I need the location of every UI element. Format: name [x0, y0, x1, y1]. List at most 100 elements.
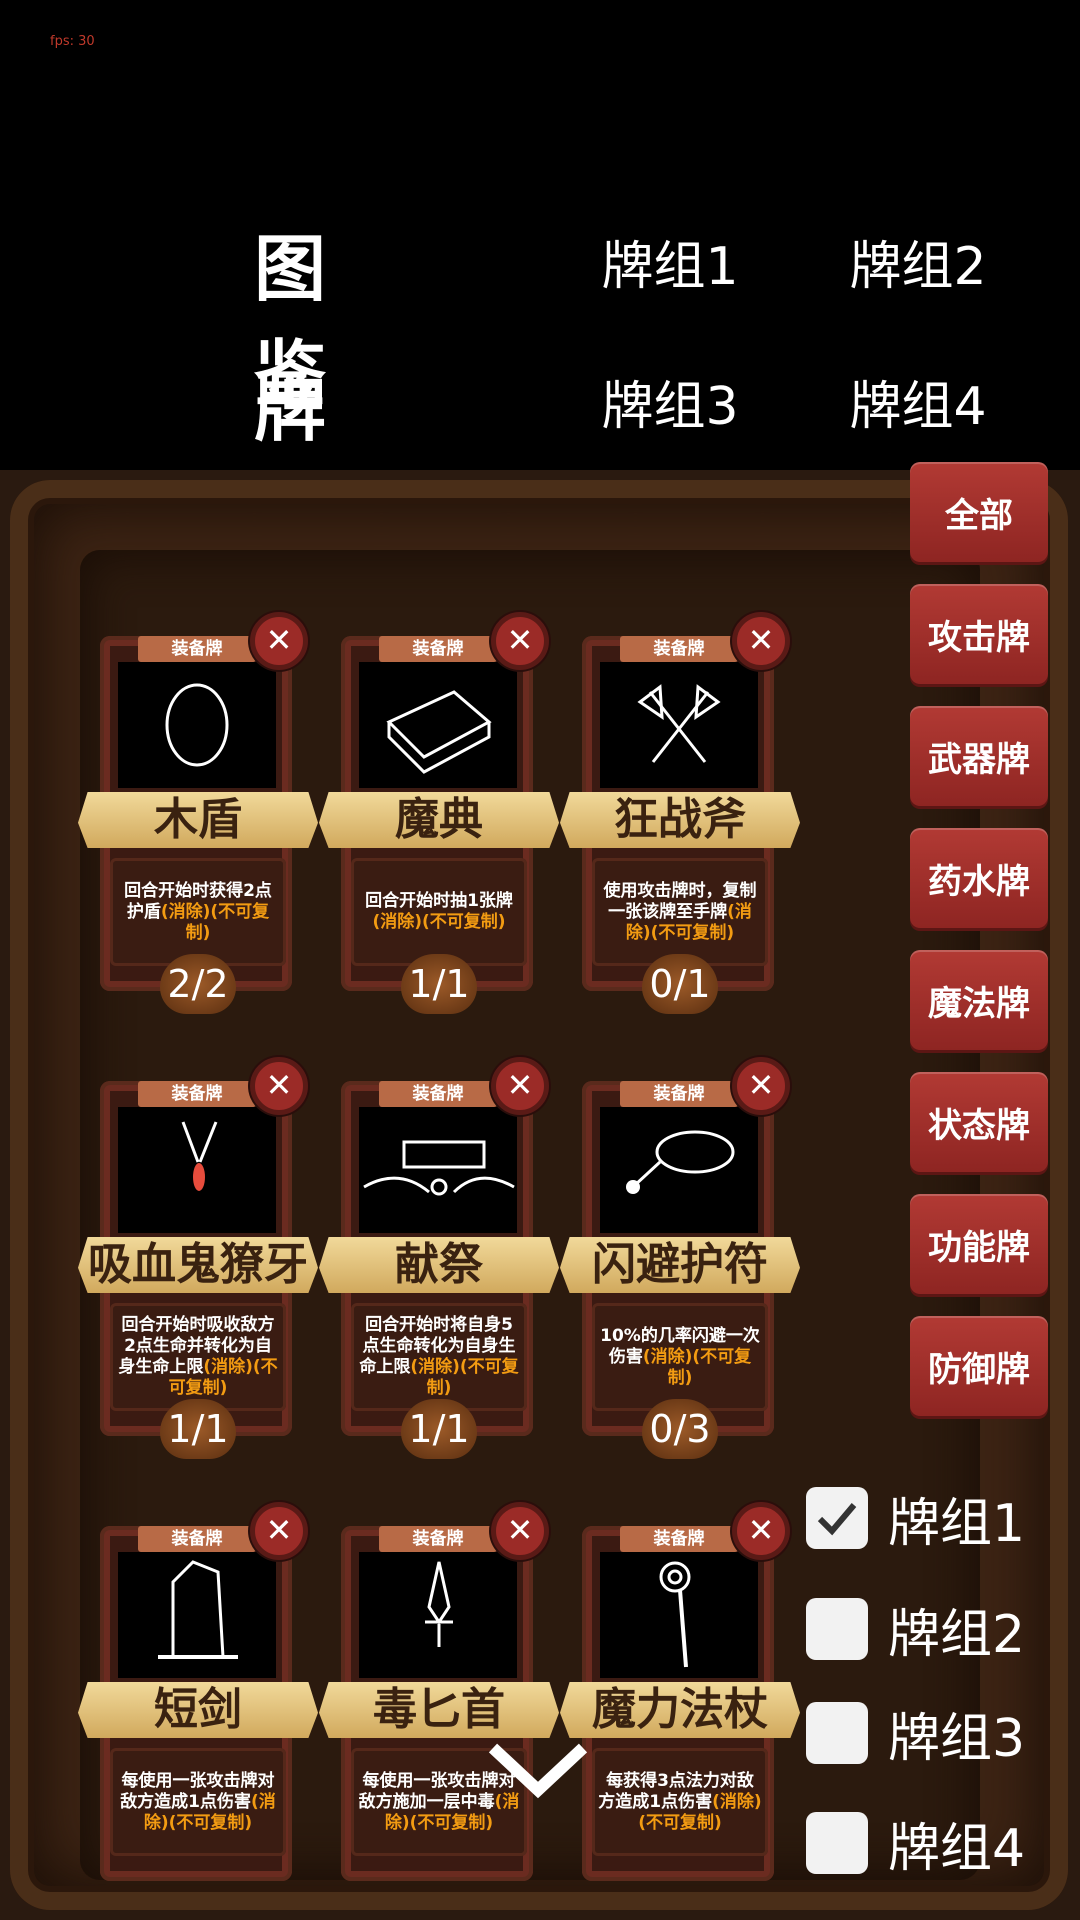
- card-count: 0/3: [642, 1399, 718, 1459]
- shield-icon: [165, 683, 229, 767]
- deck-label: 牌组3: [888, 1708, 1026, 1769]
- card-tag-text: (消除)(不可复制): [372, 912, 506, 932]
- card[interactable]: 装备牌 ✕ 吸血鬼獠牙回合开始时吸收敌方2点生命并转化为自身生命上限(消除)(不可复…: [78, 1057, 318, 1459]
- deck-checkbox-4[interactable]: 牌组4: [806, 1808, 1026, 1879]
- card[interactable]: 装备牌 ✕ 木盾回合开始时获得2点护盾(消除)(不可复制) 2/2: [78, 612, 318, 1014]
- card-type-label: 装备牌: [620, 636, 738, 662]
- close-icon[interactable]: ✕: [732, 1057, 790, 1115]
- card-name: 吸血鬼獠牙: [78, 1237, 318, 1293]
- card[interactable]: 装备牌 ✕ 毒匕首 每使用一张攻击牌对敌方施加一层中毒(消除)(不可复制): [319, 1502, 559, 1896]
- card-desc-text: 回合开始时抽1张牌: [365, 891, 513, 911]
- tab-deck3[interactable]: 牌组3: [600, 364, 740, 439]
- card-count: 0/1: [642, 954, 718, 1014]
- deck-checkbox-3[interactable]: 牌组3: [806, 1698, 1026, 1769]
- card-name: 短剑: [78, 1682, 318, 1738]
- checkbox[interactable]: [806, 1598, 868, 1660]
- checkbox[interactable]: [806, 1702, 868, 1764]
- card-type-label: 装备牌: [379, 1081, 497, 1107]
- shortsword-icon: [158, 1560, 238, 1659]
- filter-attack-button[interactable]: 攻击牌: [910, 584, 1048, 684]
- filter-potion-button[interactable]: 药水牌: [910, 828, 1048, 928]
- card-type-label: 装备牌: [620, 1526, 738, 1552]
- dagger-icon: [425, 1561, 453, 1647]
- close-icon[interactable]: ✕: [491, 1057, 549, 1115]
- deck-label: 牌组1: [888, 1493, 1026, 1554]
- card[interactable]: 装备牌 ✕ 狂战斧使用攻击牌时，复制一张该牌至手牌(消除)(不可复制) 0/1: [560, 612, 800, 1014]
- book-icon: [386, 690, 492, 774]
- card-count: 1/1: [160, 1399, 236, 1459]
- card-tag-text: (消除)(不可复制): [642, 1346, 752, 1388]
- card-name: 木盾: [78, 792, 318, 848]
- card-name: 狂战斧: [560, 792, 800, 848]
- close-icon[interactable]: ✕: [250, 612, 308, 670]
- filter-all-button[interactable]: 全部: [910, 462, 1048, 562]
- chevron-down-icon[interactable]: [488, 1740, 588, 1800]
- filter-defense-button[interactable]: 防御牌: [910, 1316, 1048, 1416]
- card-art: [359, 1107, 517, 1233]
- filter-function-button[interactable]: 功能牌: [910, 1194, 1048, 1294]
- tab-deck4[interactable]: 牌组4: [848, 364, 988, 439]
- card-tag-text: (消除)(不可复制): [410, 1357, 519, 1398]
- card-description: 回合开始时将自身5点生命转化为自身生命上限(消除)(不可复制): [351, 1303, 527, 1411]
- card-description: 回合开始时抽1张牌(消除)(不可复制): [351, 858, 527, 966]
- filter-weapon-button[interactable]: 武器牌: [910, 706, 1048, 806]
- close-icon[interactable]: ✕: [250, 1057, 308, 1115]
- card-description: 回合开始时获得2点护盾(消除)(不可复制): [110, 858, 286, 966]
- card-count: 1/1: [401, 954, 477, 1014]
- close-icon[interactable]: ✕: [250, 1502, 308, 1560]
- checkbox[interactable]: [806, 1812, 868, 1874]
- card[interactable]: 装备牌 ✕ 魔力法杖每获得3点法力对敌方造成1点伤害(消除)(不可复制): [560, 1502, 800, 1896]
- close-icon[interactable]: ✕: [491, 612, 549, 670]
- deck-checkbox-1[interactable]: 牌组1: [806, 1483, 1026, 1554]
- card-description: 每获得3点法力对敌方造成1点伤害(消除)(不可复制): [592, 1748, 768, 1856]
- deck-checkbox-2[interactable]: 牌组2: [806, 1594, 1026, 1665]
- card[interactable]: 装备牌 ✕ 献祭回合开始时将自身5点生命转化为自身生命上限(消除)(不可复制) 1/1: [319, 1057, 559, 1459]
- deck-label: 牌组2: [888, 1604, 1026, 1665]
- card-type-label: 装备牌: [379, 636, 497, 662]
- card-name: 毒匕首: [319, 1682, 559, 1738]
- close-icon[interactable]: ✕: [732, 1502, 790, 1560]
- card-art: [118, 1107, 276, 1233]
- card-art: [600, 1552, 758, 1678]
- card-name: 魔典: [319, 792, 559, 848]
- card-art: [359, 1552, 517, 1678]
- card-description: 10%的几率闪避一次伤害(消除)(不可复制): [592, 1303, 768, 1411]
- card-description: 回合开始时吸收敌方2点生命并转化为自身生命上限(消除)(不可复制): [110, 1303, 286, 1411]
- fps-counter: fps: 30: [50, 34, 95, 49]
- staff-icon: [659, 1561, 691, 1668]
- checkmark-icon: [817, 1503, 857, 1536]
- card-type-label: 装备牌: [379, 1526, 497, 1552]
- card[interactable]: 装备牌 ✕ 短剑每使用一张攻击牌对敌方造成1点伤害(消除)(不可复制): [78, 1502, 318, 1896]
- fang-icon: [181, 1121, 218, 1191]
- altar-icon: [363, 1140, 515, 1196]
- card-tag-text: (消除)(不可复制): [160, 901, 270, 943]
- card-description: 每使用一张攻击牌对敌方造成1点伤害(消除)(不可复制): [110, 1748, 286, 1856]
- close-icon[interactable]: ✕: [491, 1502, 549, 1560]
- card-type-label: 装备牌: [138, 636, 256, 662]
- card-art: [600, 1107, 758, 1233]
- card-art: [118, 1552, 276, 1678]
- card-art: [118, 662, 276, 788]
- card[interactable]: 装备牌 ✕ 闪避护符 10%的几率闪避一次伤害(消除)(不可复制) 0/3: [560, 1057, 800, 1459]
- card[interactable]: 装备牌 ✕ 魔典 回合开始时抽1张牌(消除)(不可复制) 1/1: [319, 612, 559, 1014]
- checkbox[interactable]: [806, 1487, 868, 1549]
- card-name: 献祭: [319, 1237, 559, 1293]
- card-art: [359, 662, 517, 788]
- card-description: 使用攻击牌时，复制一张该牌至手牌(消除)(不可复制): [592, 858, 768, 966]
- card-type-label: 装备牌: [138, 1081, 256, 1107]
- card-type-label: 装备牌: [620, 1081, 738, 1107]
- card-name: 魔力法杖: [560, 1682, 800, 1738]
- axes-icon: [637, 684, 721, 763]
- tab-deck1[interactable]: 牌组1: [600, 224, 740, 299]
- card-art: [600, 662, 758, 788]
- close-icon[interactable]: ✕: [732, 612, 790, 670]
- tab-deck2[interactable]: 牌组2: [848, 224, 988, 299]
- filter-status-button[interactable]: 状态牌: [910, 1072, 1048, 1172]
- card-type-label: 装备牌: [138, 1526, 256, 1552]
- amulet-icon: [626, 1130, 735, 1194]
- filter-magic-button[interactable]: 魔法牌: [910, 950, 1048, 1050]
- deck-label: 牌组4: [888, 1818, 1026, 1879]
- card-count: 2/2: [160, 954, 236, 1014]
- card-count: 1/1: [401, 1399, 477, 1459]
- card-name: 闪避护符: [560, 1237, 800, 1293]
